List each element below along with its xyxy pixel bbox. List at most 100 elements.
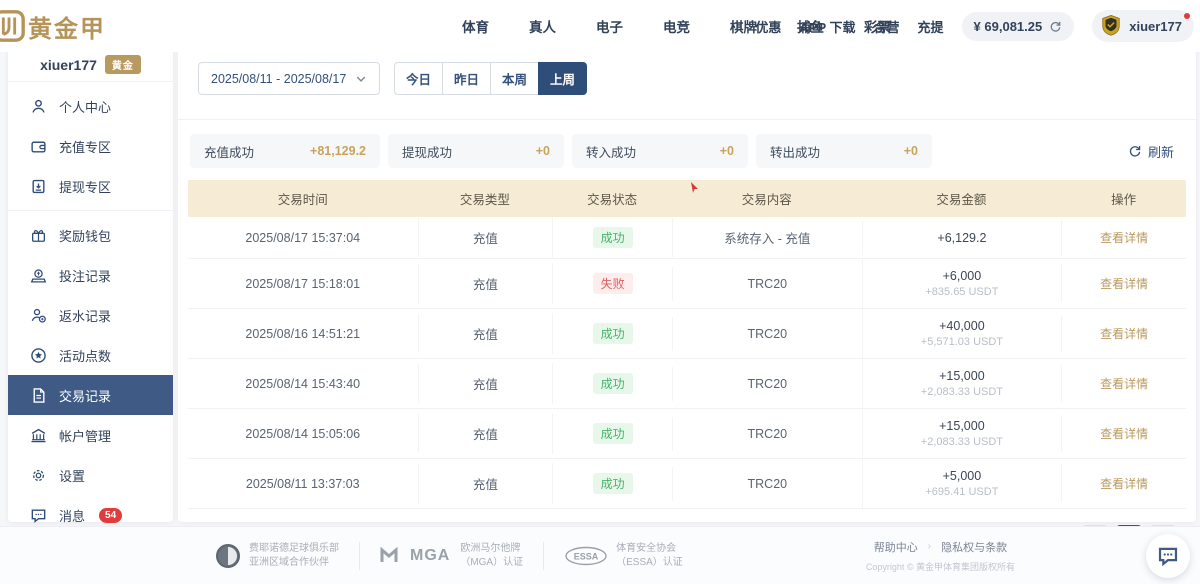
cert-essa-logo: ESSA体育安全协会（ESSA）认证 (564, 542, 683, 570)
red-cursor-artifact (690, 182, 699, 194)
divider (178, 119, 1196, 120)
divider (8, 210, 173, 211)
sidebar-item-user[interactable]: 个人中心 (8, 86, 173, 126)
refresh-balance-icon[interactable] (1049, 20, 1062, 33)
cell-status: 成功 (552, 463, 672, 504)
cell-time: 2025/08/14 15:05:06 (188, 417, 418, 451)
status-badge: 成功 (593, 373, 633, 394)
cell-time: 2025/08/17 15:18:01 (188, 267, 418, 301)
quick-link[interactable]: 合营 (874, 17, 900, 36)
quick-link[interactable]: 充提 (918, 17, 944, 36)
table-body: 2025/08/17 15:37:04充值成功系统存入 - 充值+6,129.2… (188, 217, 1186, 509)
user-menu[interactable]: xiuer177 (1092, 10, 1194, 42)
tab-period[interactable]: 今日 (394, 62, 443, 95)
table-row: 2025/08/14 15:43:40充值成功TRC20+15,000+2,08… (188, 359, 1186, 409)
cert-text: 欧洲马尔他牌（MGA）认证 (460, 542, 523, 570)
topnav-item[interactable]: 真人 (529, 16, 556, 36)
cell-status: 成功 (552, 363, 672, 404)
cell-action: 查看详情 (1061, 315, 1186, 352)
cell-type: 充值 (418, 364, 553, 403)
view-details-link[interactable]: 查看详情 (1100, 477, 1148, 491)
cell-amount: +15,000+2,083.33 USDT (862, 409, 1062, 458)
summary-stat: 转入成功+0 (572, 134, 748, 168)
cell-type: 充值 (418, 218, 553, 257)
copyright-text: Copyright © 黄金甲体育集团版权所有 (866, 560, 1015, 573)
column-header: 交易内容 (672, 180, 862, 217)
table-row: 2025/08/14 15:05:06充值成功TRC20+15,000+2,08… (188, 409, 1186, 459)
cell-amount: +5,000+695.41 USDT (862, 459, 1062, 508)
cell-amount: +6,129.2 (862, 221, 1062, 255)
sidebar-item-bank[interactable]: 帐户管理 (8, 415, 173, 455)
view-details-link[interactable]: 查看详情 (1100, 427, 1148, 441)
sidebar-item-label: 返水记录 (59, 306, 111, 325)
column-header: 操作 (1061, 180, 1186, 217)
date-range-value: 2025/08/11 - 2025/08/17 (211, 72, 346, 86)
cert-text: 费耶诺德足球俱乐部亚洲区域合作伙伴 (249, 542, 339, 570)
page-footer: 费耶诺德足球俱乐部亚洲区域合作伙伴MGA欧洲马尔他牌（MGA）认证ESSA体育安… (0, 526, 1200, 584)
cell-content: TRC20 (672, 367, 862, 401)
view-details-link[interactable]: 查看详情 (1100, 277, 1148, 291)
live-chat-button[interactable] (1146, 534, 1190, 578)
sidebar-item-wallet[interactable]: 充值专区 (8, 126, 173, 166)
cell-amount: +40,000+5,571.03 USDT (862, 309, 1062, 358)
amount-usdt: +2,083.33 USDT (867, 436, 1058, 448)
topnav-item[interactable]: 电竞 (663, 16, 690, 36)
footer-link[interactable]: 帮助中心 (874, 539, 918, 555)
stat-label: 转出成功 (770, 142, 820, 161)
amount-usdt: +835.65 USDT (867, 286, 1058, 298)
quick-link[interactable]: 优惠 (755, 17, 781, 36)
sidebar-item-label: 消息 (59, 506, 85, 525)
sidebar-item-points[interactable]: 活动点数 (8, 335, 173, 375)
sidebar-item-transaction[interactable]: 交易记录 (8, 375, 173, 415)
message-icon (30, 507, 47, 524)
refresh-button[interactable]: 刷新 (1128, 142, 1184, 161)
view-details-link[interactable]: 查看详情 (1100, 327, 1148, 341)
summary-stat: 提现成功+0 (388, 134, 564, 168)
tab-period[interactable]: 昨日 (442, 62, 491, 95)
rebate-icon (30, 307, 47, 324)
bet-record-icon (30, 267, 47, 284)
cell-status: 成功 (552, 413, 672, 454)
view-details-link[interactable]: 查看详情 (1100, 231, 1148, 245)
column-header: 交易状态 (552, 180, 672, 217)
amount-main: +15,000 (867, 369, 1058, 383)
cell-amount: +6,000 +835.65 USDT (862, 259, 1062, 308)
stat-label: 转入成功 (586, 142, 636, 161)
footer-links-block: 帮助中心 › 隐私权与条款 Copyright © 黄金甲体育集团版权所有 (866, 539, 1015, 573)
topnav-item[interactable]: 体育 (462, 16, 489, 36)
table-row: 2025/08/17 15:37:04充值成功系统存入 - 充值+6,129.2… (188, 217, 1186, 259)
tab-period[interactable]: 本周 (490, 62, 539, 95)
period-tabs: 今日昨日本周上周 (394, 62, 587, 95)
sidebar-item-gift[interactable]: 奖励钱包 (8, 215, 173, 255)
column-header: 交易金额 (862, 180, 1062, 217)
footer-link[interactable]: 隐私权与条款 (941, 539, 1007, 555)
brand-logo-icon (0, 9, 26, 43)
balance-amount: ¥ 69,081.25 (974, 19, 1043, 34)
sidebar-item-bet-record[interactable]: 投注记录 (8, 255, 173, 295)
amount-main: +6,000 (867, 269, 1058, 283)
quick-link[interactable]: APP 下载 (799, 17, 855, 36)
table-row: 2025/08/11 13:37:03充值成功TRC20+5,000+695.4… (188, 459, 1186, 509)
link-separator-icon: › (928, 541, 931, 552)
sidebar-item-withdraw[interactable]: 提现专区 (8, 166, 173, 206)
sidebar-item-gear[interactable]: 设置 (8, 455, 173, 495)
cell-action: 查看详情 (1061, 365, 1186, 402)
topnav-item[interactable]: 电子 (596, 16, 623, 36)
cell-action: 查看详情 (1061, 265, 1186, 302)
cell-content: TRC20 (672, 317, 862, 351)
sidebar-item-rebate[interactable]: 返水记录 (8, 295, 173, 335)
balance-pill[interactable]: ¥ 69,081.25 (962, 12, 1075, 41)
sidebar-item-label: 充值专区 (59, 137, 111, 156)
view-details-link[interactable]: 查看详情 (1100, 377, 1148, 391)
transactions-table: 交易时间交易类型交易状态交易内容交易金额操作 2025/08/17 15:37:… (188, 180, 1186, 509)
stat-label: 提现成功 (402, 142, 452, 161)
football-club-icon (215, 543, 241, 569)
sidebar-item-label: 提现专区 (59, 177, 111, 196)
transaction-icon (30, 387, 47, 404)
topnav-item[interactable]: 棋牌 (730, 16, 757, 36)
table-row: 2025/08/16 14:51:21充值成功TRC20+40,000+5,57… (188, 309, 1186, 359)
chevron-down-icon (355, 73, 367, 85)
tab-period[interactable]: 上周 (538, 62, 587, 95)
status-badge: 成功 (593, 473, 633, 494)
date-range-select[interactable]: 2025/08/11 - 2025/08/17 (198, 62, 380, 95)
